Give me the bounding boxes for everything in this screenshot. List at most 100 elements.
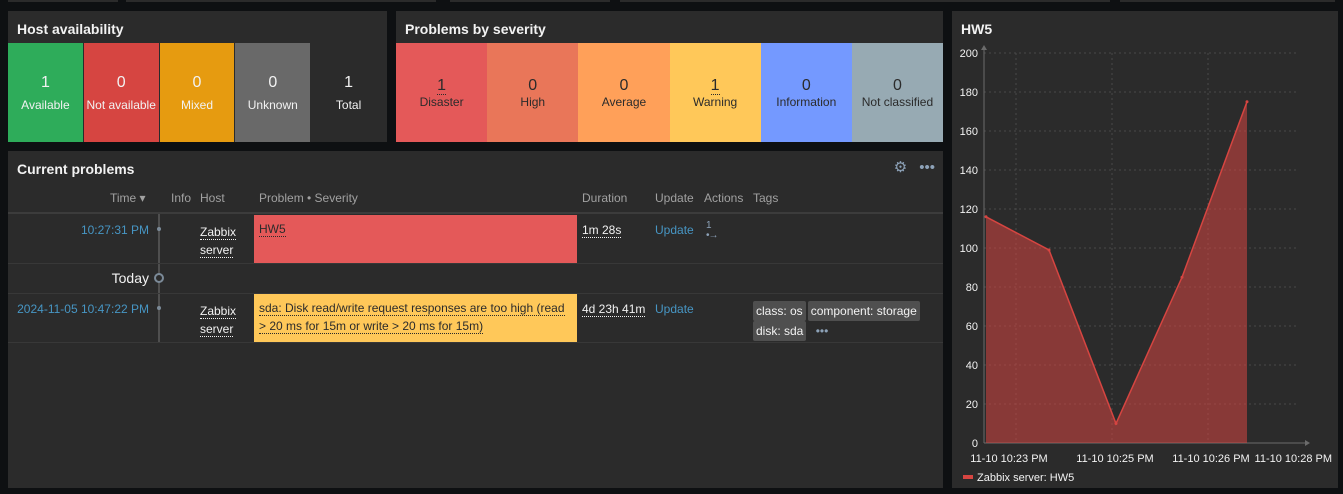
y-tick-label: 100	[960, 243, 978, 255]
tag[interactable]: component: storage	[807, 301, 920, 321]
data-point	[1114, 422, 1118, 425]
host-availability-widget: Host availability 1 Available 0 Not availab…	[8, 11, 387, 142]
y-tick-label: 180	[960, 87, 978, 99]
more-tags-icon[interactable]: •••	[816, 324, 829, 338]
gear-icon[interactable]: ⚙	[894, 158, 907, 176]
column-header-problem: Problem • Severity	[259, 191, 358, 205]
column-header-update: Update	[655, 191, 694, 205]
data-point	[1245, 100, 1249, 104]
severity-label: Average	[601, 94, 647, 109]
x-tick-label: 11-10 10:28 PM	[1255, 453, 1332, 465]
x-tick-label: 11-10 10:26 PM	[1172, 453, 1249, 465]
column-header-tags: Tags	[753, 191, 779, 205]
host-cell: Zabbix server	[200, 223, 237, 259]
update-link[interactable]: Update	[655, 223, 694, 237]
host-availability-cell[interactable]: 0 Mixed	[159, 43, 236, 142]
y-tick-label: 60	[966, 321, 978, 333]
timeline-dot	[157, 306, 161, 310]
host-status-label: Mixed	[180, 97, 213, 112]
problem-time-link[interactable]: 2024-11-05 10:47:22 PM	[17, 302, 149, 316]
host-availability-cell[interactable]: 0 Not available	[83, 43, 160, 142]
severity-count: 0	[528, 76, 538, 94]
host-status-label: Unknown	[247, 97, 298, 112]
host-count: 0	[116, 73, 126, 91]
more-icon[interactable]: •••	[919, 159, 935, 176]
y-tick-label: 120	[960, 204, 978, 216]
column-header-actions: Actions	[704, 191, 744, 205]
severity-count: 0	[801, 76, 811, 94]
host-status-label: Total	[335, 97, 362, 112]
duration-cell: 4d 23h 41m	[582, 302, 646, 317]
hw5-chart: 0 20 40 60 80 100 120 140 160 180 200 11-10 10:23 P…	[960, 45, 1332, 484]
problem-name-link[interactable]: sda: Disk read/write request responses a…	[259, 301, 565, 334]
severity-label: Not classified	[861, 94, 934, 109]
severity-cell[interactable]: 0 Average	[578, 43, 670, 142]
timeline-today-marker	[154, 273, 164, 283]
severity-count: 0	[892, 76, 902, 94]
x-tick-label: 11-10 10:23 PM	[970, 453, 1047, 465]
problem-severity-cell: HW5	[254, 215, 577, 263]
host-availability-cell[interactable]: 1 Available	[8, 43, 84, 142]
severity-label: Disaster	[419, 94, 464, 109]
host-availability-cell[interactable]: 0 Unknown	[235, 43, 312, 142]
tag[interactable]: disk: sda	[753, 321, 807, 341]
severity-count: 1	[710, 76, 720, 95]
duration-value: 4d 23h 41m	[582, 302, 646, 317]
host-count: 1	[344, 73, 354, 91]
y-tick-label: 20	[966, 399, 978, 411]
y-tick-label: 160	[960, 126, 978, 138]
severity-cell[interactable]: 1 Warning	[669, 43, 761, 142]
severity-label: High	[520, 94, 546, 109]
timeline-dot	[157, 227, 161, 231]
column-header-duration: Duration	[582, 191, 628, 205]
severity-label: Warning	[692, 94, 738, 109]
host-link[interactable]: Zabbix	[200, 304, 237, 319]
graph-widget: HW5 0 20 40 60 80 100 120 140 160 180 200 11-10 10:…	[952, 11, 1338, 488]
legend-swatch	[963, 475, 973, 479]
host-availability-cell[interactable]: 1 Total	[311, 43, 387, 142]
y-axis-arrow	[981, 45, 987, 50]
severity-cell[interactable]: 0 Information	[760, 43, 852, 142]
severity-cell[interactable]: 0 High	[487, 43, 579, 142]
severity-cell[interactable]: 1 Disaster	[396, 43, 488, 142]
host-status-label: Available	[21, 97, 70, 112]
series-area	[986, 101, 1247, 443]
host-link[interactable]: server	[200, 243, 234, 258]
x-axis-arrow	[1305, 440, 1310, 446]
tag[interactable]: class: os	[753, 301, 806, 321]
data-point	[1180, 275, 1184, 279]
y-tick-label: 80	[966, 282, 978, 294]
y-tick-label: 0	[972, 438, 978, 450]
table-header-divider	[8, 212, 943, 214]
problem-severity-cell: sda: Disk read/write request responses a…	[254, 294, 577, 342]
problems-by-severity-title: Problems by severity	[405, 21, 546, 37]
today-label: Today	[111, 270, 149, 286]
duration-value: 1m 28s	[582, 223, 622, 238]
data-point	[984, 215, 988, 219]
problems-by-severity-widget: Problems by severity 1 Disaster 0 High 0 Aver…	[396, 11, 944, 142]
y-tick-label: 140	[960, 165, 978, 177]
current-problems-title: Current problems	[17, 161, 135, 177]
legend-label: Zabbix server: HW5	[977, 472, 1074, 484]
problem-time-link[interactable]: 10:27:31 PM	[81, 223, 149, 237]
column-header-time[interactable]: Time ▾	[110, 191, 146, 205]
top-strip	[0, 0, 1343, 5]
host-count: 0	[192, 73, 202, 91]
severity-count: 0	[619, 76, 629, 94]
actions-icon[interactable]: 1 •→	[706, 221, 718, 241]
update-link[interactable]: Update	[655, 302, 694, 316]
host-link[interactable]: Zabbix	[200, 225, 237, 240]
column-header-info: Info	[171, 191, 192, 205]
severity-cell[interactable]: 0 Not classified	[851, 43, 944, 142]
duration-cell: 1m 28s	[582, 223, 622, 238]
host-count: 0	[268, 73, 278, 91]
data-point	[1047, 248, 1051, 252]
severity-label: Information	[776, 94, 837, 109]
y-tick-label: 40	[966, 360, 978, 372]
problem-name-link[interactable]: HW5	[259, 222, 286, 237]
host-link[interactable]: server	[200, 322, 234, 337]
row-divider	[8, 342, 943, 343]
severity-count: 1	[437, 76, 447, 95]
y-tick-label: 200	[960, 48, 978, 60]
host-count: 1	[40, 73, 50, 91]
